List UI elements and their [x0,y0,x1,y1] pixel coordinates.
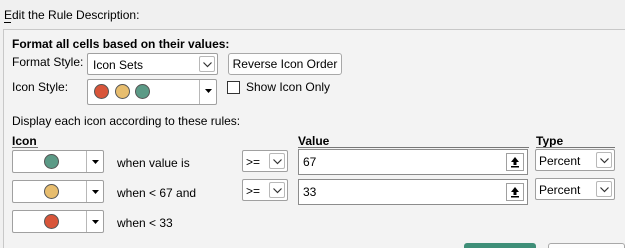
green-circle-icon [44,154,59,169]
rule-2-operator: >= [246,184,261,198]
ok-button-edge[interactable] [464,243,536,248]
rule-2-value: 33 [303,185,317,199]
chevron-down-icon [596,181,612,197]
format-style-select[interactable]: Icon Sets [87,53,218,75]
rule-2-type: Percent [539,183,581,197]
green-circle-icon [135,84,150,99]
chevron-down-icon [596,152,612,168]
chevron-down-icon [269,153,285,169]
column-header-type: Type [536,134,564,148]
section-title: Edit the Rule Description: [4,8,140,22]
dropdown-arrow-icon [86,181,103,202]
format-heading: Format all cells based on their values: [12,37,230,51]
rule-1-operator: >= [246,155,261,169]
rule-1-value-input[interactable]: 67 [298,149,528,175]
column-header-value: Value [298,134,330,148]
rule-1-operator-select[interactable]: >= [242,150,288,172]
chevron-down-icon [199,56,215,72]
yellow-circle-icon [44,184,59,199]
column-header-type-underline [536,147,615,148]
reverse-icon-order-button[interactable]: Reverse Icon Order [228,53,342,75]
rule-2-icon-select[interactable] [12,180,104,203]
red-circle-icon [94,84,109,99]
section-title-underline [4,22,11,23]
chevron-down-icon [269,182,285,198]
range-select-icon[interactable] [506,183,524,201]
format-style-label: Format Style: [12,55,84,69]
rule-2-condition: when < 67 and [117,186,197,200]
range-select-icon[interactable] [506,153,524,171]
rule-1-value: 67 [303,155,317,169]
show-icon-only-checkbox[interactable] [227,81,240,94]
yellow-circle-icon [115,84,130,99]
rule-3-condition: when < 33 [117,216,173,230]
rule-1-condition: when value is [117,156,190,170]
rule-2-value-input[interactable]: 33 [298,179,528,205]
dropdown-arrow-icon [86,211,103,232]
rule-2-type-select[interactable]: Percent [535,178,615,200]
column-header-value-underline [298,147,529,148]
rule-1-type-select[interactable]: Percent [535,149,615,171]
rule-3-icon-select[interactable] [12,210,104,233]
column-header-icon-underline [12,147,38,148]
dropdown-arrow-icon [86,151,103,172]
rule-1-icon-select[interactable] [12,150,104,173]
icon-style-label: Icon Style: [12,80,69,94]
dropdown-arrow-icon [199,80,216,104]
rule-2-operator-select[interactable]: >= [242,179,288,201]
show-icon-only-label: Show Icon Only [246,80,331,94]
cancel-button-edge[interactable] [548,243,625,248]
rules-heading: Display each icon according to these rul… [12,114,241,128]
format-style-value: Icon Sets [93,58,144,72]
rule-1-type: Percent [539,154,581,168]
red-circle-icon [44,214,59,229]
column-header-icon: Icon [12,134,37,148]
icon-style-select[interactable] [87,79,217,105]
